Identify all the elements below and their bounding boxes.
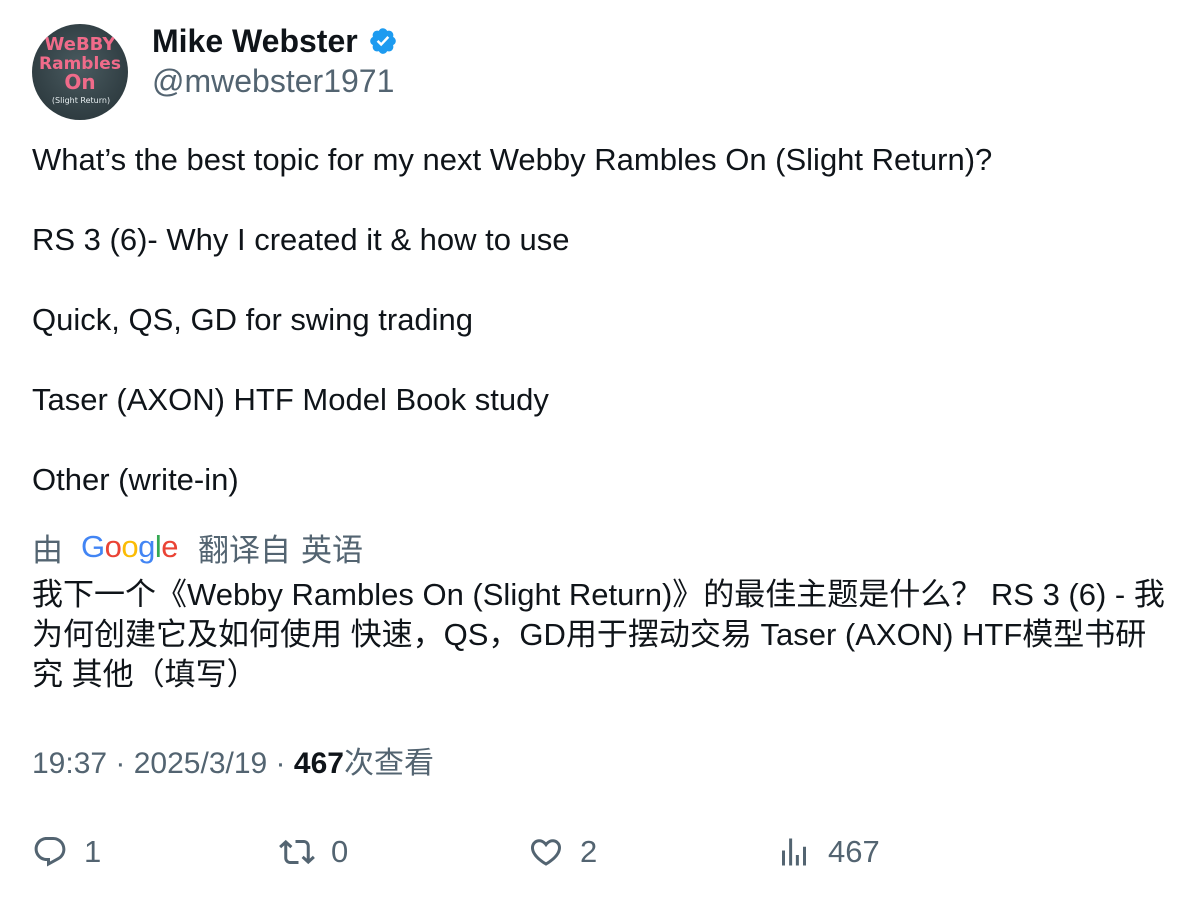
tweet-line: What’s the best topic for my next Webby … [32, 142, 993, 177]
retweet-count: 0 [331, 834, 349, 869]
tweet-text: What’s the best topic for my next Webby … [32, 140, 1172, 500]
meta-separator: · [107, 747, 134, 780]
views-label: 次查看 [343, 747, 434, 780]
author-handle[interactable]: @mwebster1971 [152, 62, 394, 100]
avatar[interactable]: WeBBY Rambles On (Slight Return) [32, 24, 128, 120]
translation-attribution[interactable]: 由 Google 翻译自 英语 [32, 526, 363, 568]
tweet-meta: 19:37 · 2025/3/19 · 467次查看 [32, 744, 434, 784]
translated-by-label: 由 [32, 532, 63, 568]
action-bar: 1 0 2 467 [32, 830, 1172, 874]
translated-text: 我下一个《Webby Rambles On (Slight Return)》的最… [32, 577, 1165, 692]
like-count: 2 [580, 834, 598, 869]
avatar-text-1: WeBBY [45, 34, 117, 55]
tweet-line: Other (write-in) [32, 462, 239, 497]
reply-icon [34, 837, 66, 867]
avatar-text-4: (Slight Return) [52, 96, 110, 105]
verified-badge-icon [368, 26, 398, 56]
reply-count: 1 [84, 834, 102, 869]
tweet-line: Taser (AXON) HTF Model Book study [32, 382, 549, 417]
retweet-button[interactable]: 0 [279, 830, 348, 874]
views-count: 467 [293, 747, 344, 780]
views-action-count: 467 [828, 834, 880, 869]
author-name-text[interactable]: Mike Webster [152, 22, 358, 60]
analytics-icon [782, 838, 806, 866]
source-language: 英语 [301, 532, 364, 568]
google-logo: Google [81, 529, 179, 564]
avatar-image: WeBBY Rambles On (Slight Return) [39, 34, 121, 105]
author-name[interactable]: Mike Webster [152, 22, 398, 60]
translated-from-label: 翻译自 [198, 532, 292, 568]
meta-separator: · [267, 747, 294, 780]
tweet-line: RS 3 (6)- Why I created it & how to use [32, 222, 570, 257]
tweet-line: Quick, QS, GD for swing trading [32, 302, 474, 337]
like-button[interactable]: 2 [528, 830, 597, 874]
views-button[interactable]: 467 [776, 830, 880, 874]
heart-icon [530, 839, 562, 866]
tweet-time[interactable]: 19:37 [32, 747, 107, 780]
tweet-date[interactable]: 2025/3/19 [134, 747, 267, 780]
avatar-text-3: On [64, 70, 95, 94]
reply-button[interactable]: 1 [32, 830, 101, 874]
retweet-icon [279, 839, 315, 865]
